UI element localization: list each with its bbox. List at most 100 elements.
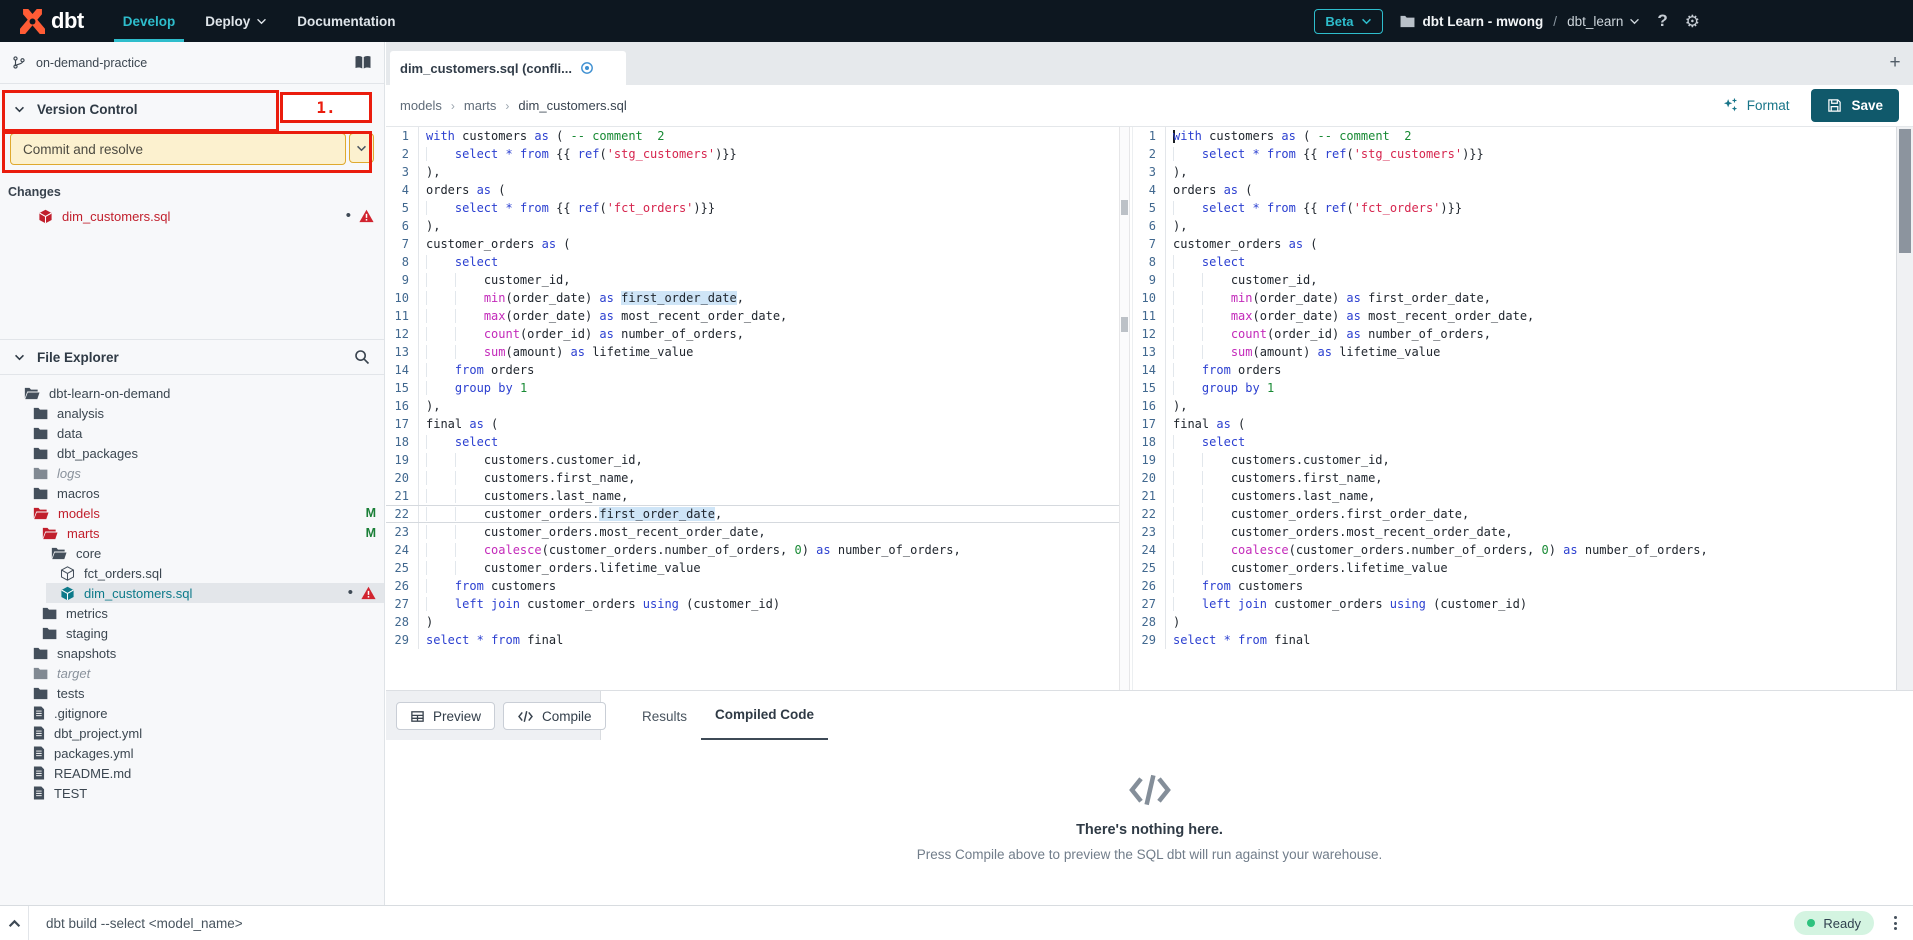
code-line: 5 select * from {{ ref('fct_orders')}} [386, 199, 1119, 217]
chevron-down-icon [356, 145, 367, 152]
breadcrumb-models[interactable]: models [400, 98, 442, 113]
compile-button[interactable]: Compile [503, 702, 606, 730]
code-line: 19 customers.customer_id, [386, 451, 1119, 469]
empty-state-title: There's nothing here. [1076, 822, 1223, 838]
line-number: 7 [386, 235, 419, 253]
tree-item-marts[interactable]: martsM [28, 523, 384, 543]
search-icon[interactable] [354, 349, 370, 365]
code-line: 26 from customers [1133, 577, 1896, 595]
preview-button[interactable]: Preview [396, 702, 495, 730]
tree-item-test[interactable]: TEST [19, 783, 384, 803]
code-editor-right[interactable]: 1with customers as ( -- comment 22 selec… [1132, 127, 1896, 690]
left-pane-scrollbar[interactable] [1119, 127, 1130, 690]
code-line: 3), [386, 163, 1119, 181]
table-grid-icon [410, 709, 425, 724]
tree-item-fct-orders-sql[interactable]: fct_orders.sql [46, 563, 384, 583]
tree-item-logs[interactable]: logs [19, 463, 384, 483]
code-line: 13 sum(amount) as lifetime_value [1133, 343, 1896, 361]
tab-compiled-code[interactable]: Compiled Code [701, 691, 828, 741]
tree-item-readme-md[interactable]: README.md [19, 763, 384, 783]
format-button[interactable]: Format [1722, 97, 1790, 114]
line-number: 11 [1133, 307, 1166, 325]
nav-deploy-label: Deploy [205, 14, 250, 29]
file-explorer-title: File Explorer [37, 350, 119, 365]
tab-results[interactable]: Results [628, 691, 701, 741]
commit-options-button[interactable] [349, 133, 374, 163]
tree-item-models[interactable]: modelsM [19, 503, 384, 523]
file-icon [33, 706, 45, 720]
code-line: 25 customer_orders.lifetime_value [1133, 559, 1896, 577]
code-line: 3), [1133, 163, 1896, 181]
project-name[interactable]: dbt_learn [1567, 14, 1640, 29]
tree-item-tests[interactable]: tests [19, 683, 384, 703]
save-button[interactable]: Save [1811, 89, 1899, 122]
nav-documentation-label: Documentation [297, 14, 395, 29]
tree-item-staging[interactable]: staging [28, 623, 384, 643]
tree-item-macros[interactable]: macros [19, 483, 384, 503]
line-number: 22 [1133, 505, 1166, 523]
command-input[interactable]: dbt build --select <model_name> [29, 916, 1794, 931]
changed-file-dim-customers[interactable]: dim_customers.sql • [0, 205, 384, 227]
file-explorer-header[interactable]: File Explorer [0, 339, 384, 375]
tree-item-snapshots[interactable]: snapshots [19, 643, 384, 663]
tree-item-dbt-project-yml[interactable]: dbt_project.yml [19, 723, 384, 743]
code-line: 20 customers.first_name, [386, 469, 1119, 487]
collapse-panel-button[interactable] [0, 906, 29, 940]
docs-book-icon[interactable] [354, 55, 372, 70]
line-number: 26 [386, 577, 419, 595]
breadcrumb-marts[interactable]: marts [464, 98, 497, 113]
code-editor-left[interactable]: 1with customers as ( -- comment 22 selec… [386, 127, 1119, 690]
tree-item-analysis[interactable]: analysis [19, 403, 384, 423]
tree-item-label: marts [67, 526, 100, 541]
tree-item-data[interactable]: data [19, 423, 384, 443]
tree-item-dbt-packages[interactable]: dbt_packages [19, 443, 384, 463]
tree-item-packages-yml[interactable]: packages.yml [19, 743, 384, 763]
tree-item-target[interactable]: target [19, 663, 384, 683]
help-icon[interactable]: ? [1657, 11, 1667, 31]
tree-item--gitignore[interactable]: .gitignore [19, 703, 384, 723]
beta-label: Beta [1325, 14, 1353, 29]
folder-icon [33, 427, 48, 440]
dbt-logo[interactable]: dbt [0, 0, 108, 42]
tree-item-dbt-learn-on-demand[interactable]: dbt-learn-on-demand [10, 383, 384, 403]
nav-develop[interactable]: Develop [108, 0, 191, 42]
code-line: 14 from orders [386, 361, 1119, 379]
code-line: 24 coalesce(customer_orders.number_of_or… [386, 541, 1119, 559]
commit-and-resolve-button[interactable]: Commit and resolve [10, 133, 346, 165]
overflow-menu-icon[interactable] [1890, 912, 1901, 934]
tab-dim-customers[interactable]: dim_customers.sql (confli... [390, 51, 626, 85]
tree-item-metrics[interactable]: metrics [28, 603, 384, 623]
line-number: 21 [1133, 487, 1166, 505]
line-number: 3 [1133, 163, 1166, 181]
code-line: 10 min(order_date) as first_order_date, [1133, 289, 1896, 307]
tree-item-dim-customers-sql[interactable]: dim_customers.sql• [46, 583, 384, 603]
code-line: 10 min(order_date) as first_order_date, [386, 289, 1119, 307]
code-line: 28) [386, 613, 1119, 631]
version-control-header[interactable]: Version Control [0, 91, 384, 127]
chevron-right-icon: › [505, 99, 509, 113]
code-line: 20 customers.first_name, [1133, 469, 1896, 487]
editor-tab-strip: dim_customers.sql (confli... + [386, 42, 1913, 85]
tree-item-label: dbt-learn-on-demand [49, 386, 170, 401]
settings-gear-icon[interactable]: ⚙ [1685, 13, 1700, 30]
code-line: 23 customer_orders.most_recent_order_dat… [386, 523, 1119, 541]
nav-develop-label: Develop [123, 14, 176, 29]
right-pane-scrollbar[interactable] [1896, 127, 1913, 690]
model-cube-icon [38, 209, 53, 224]
beta-button[interactable]: Beta [1314, 9, 1382, 34]
account-project-switcher[interactable]: dbt Learn - mwong / dbt_learn [1400, 14, 1641, 29]
scrollbar-thumb[interactable] [1899, 129, 1911, 253]
new-tab-button[interactable]: + [1885, 53, 1905, 73]
code-line: 6), [386, 217, 1119, 235]
nav-documentation[interactable]: Documentation [282, 0, 410, 42]
tree-item-core[interactable]: core [37, 543, 384, 563]
nav-deploy[interactable]: Deploy [190, 0, 282, 42]
unsaved-circle-dot-icon [580, 61, 594, 75]
code-line: 7customer_orders as ( [386, 235, 1119, 253]
git-branch-row[interactable]: on-demand-practice [0, 42, 384, 84]
scroll-marker [1121, 317, 1128, 332]
code-line: 28) [1133, 613, 1896, 631]
line-number: 2 [1133, 145, 1166, 163]
code-line: 4orders as ( [1133, 181, 1896, 199]
line-number: 6 [1133, 217, 1166, 235]
